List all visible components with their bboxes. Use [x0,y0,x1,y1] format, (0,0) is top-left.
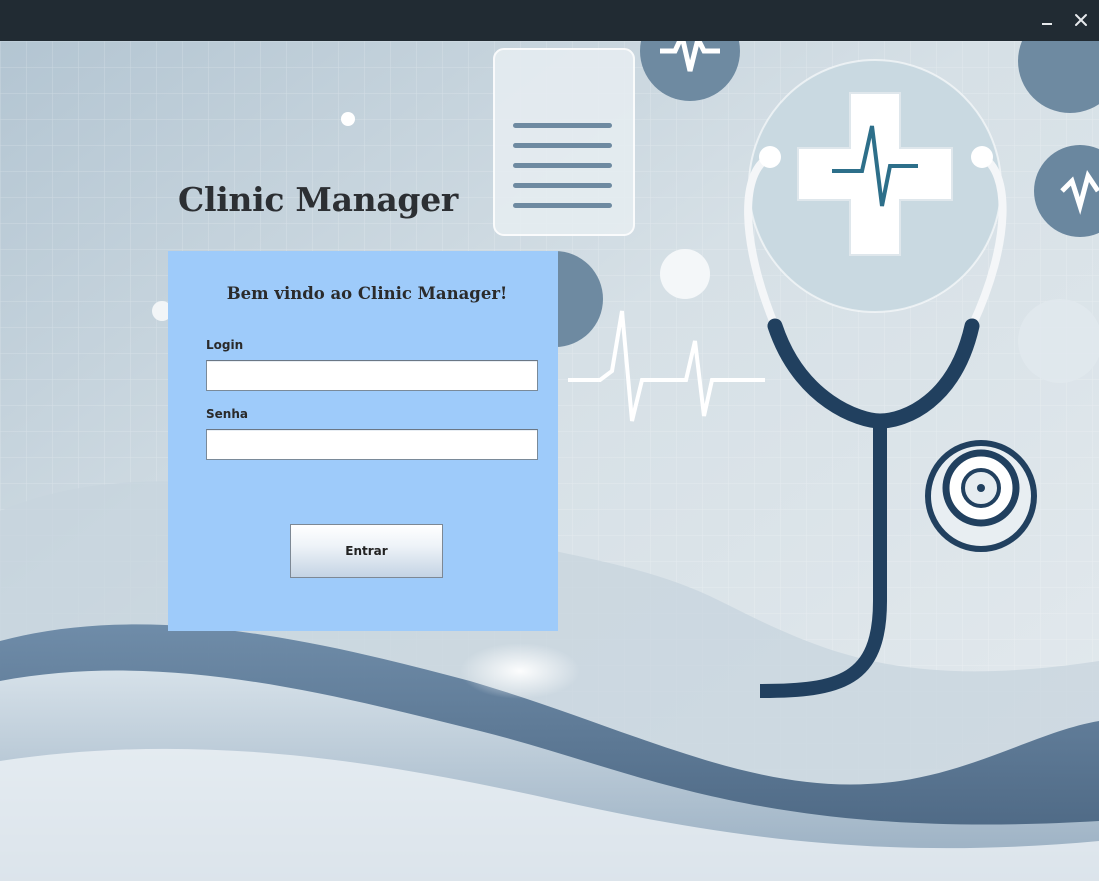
welcome-heading: Bem vindo ao Clinic Manager! [226,284,508,303]
minimize-button[interactable] [1033,6,1061,34]
senha-label: Senha [206,407,248,421]
minimize-icon [1042,23,1052,25]
entrar-button[interactable]: Entrar [290,524,443,578]
senha-input[interactable] [206,429,538,460]
login-input[interactable] [206,360,538,391]
close-icon [1075,14,1087,26]
login-panel: Bem vindo ao Clinic Manager! Login Senha… [168,251,558,631]
title-bar [0,0,1099,41]
login-label: Login [206,338,244,352]
close-button[interactable] [1067,6,1095,34]
login-window: Clinic Manager Bem vindo ao Clinic Manag… [0,0,1099,881]
app-title: Clinic Manager [178,180,458,219]
